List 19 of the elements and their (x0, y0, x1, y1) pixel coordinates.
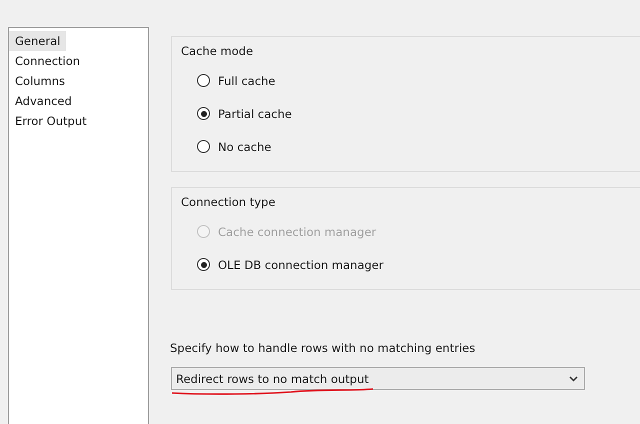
sidebar-item[interactable]: Error Output (9, 111, 93, 131)
radio-button[interactable] (197, 107, 210, 120)
radio-label: OLE DB connection manager (218, 258, 384, 272)
dropdown[interactable]: Redirect rows to no match output (171, 367, 585, 390)
radio-button[interactable] (197, 74, 210, 87)
radio-button[interactable] (197, 140, 210, 153)
sidebar-item[interactable]: Advanced (9, 91, 78, 111)
radio-label: No cache (218, 140, 272, 154)
radio-button[interactable] (197, 258, 210, 271)
radio-label: Partial cache (218, 106, 292, 120)
radio-label: Cache connection manager (218, 224, 376, 238)
radio-label: Full cache (218, 74, 276, 88)
field-label: Specify how to handle rows with no matching entries (170, 341, 476, 355)
caret-icon (569, 376, 578, 382)
group-title: Cache mode (181, 44, 254, 58)
sidebar-item[interactable]: Connection (9, 51, 86, 71)
sidebar-item[interactable]: General (9, 31, 66, 51)
group-title: Connection type (181, 195, 276, 209)
sidebar-item[interactable]: Columns (9, 71, 72, 91)
